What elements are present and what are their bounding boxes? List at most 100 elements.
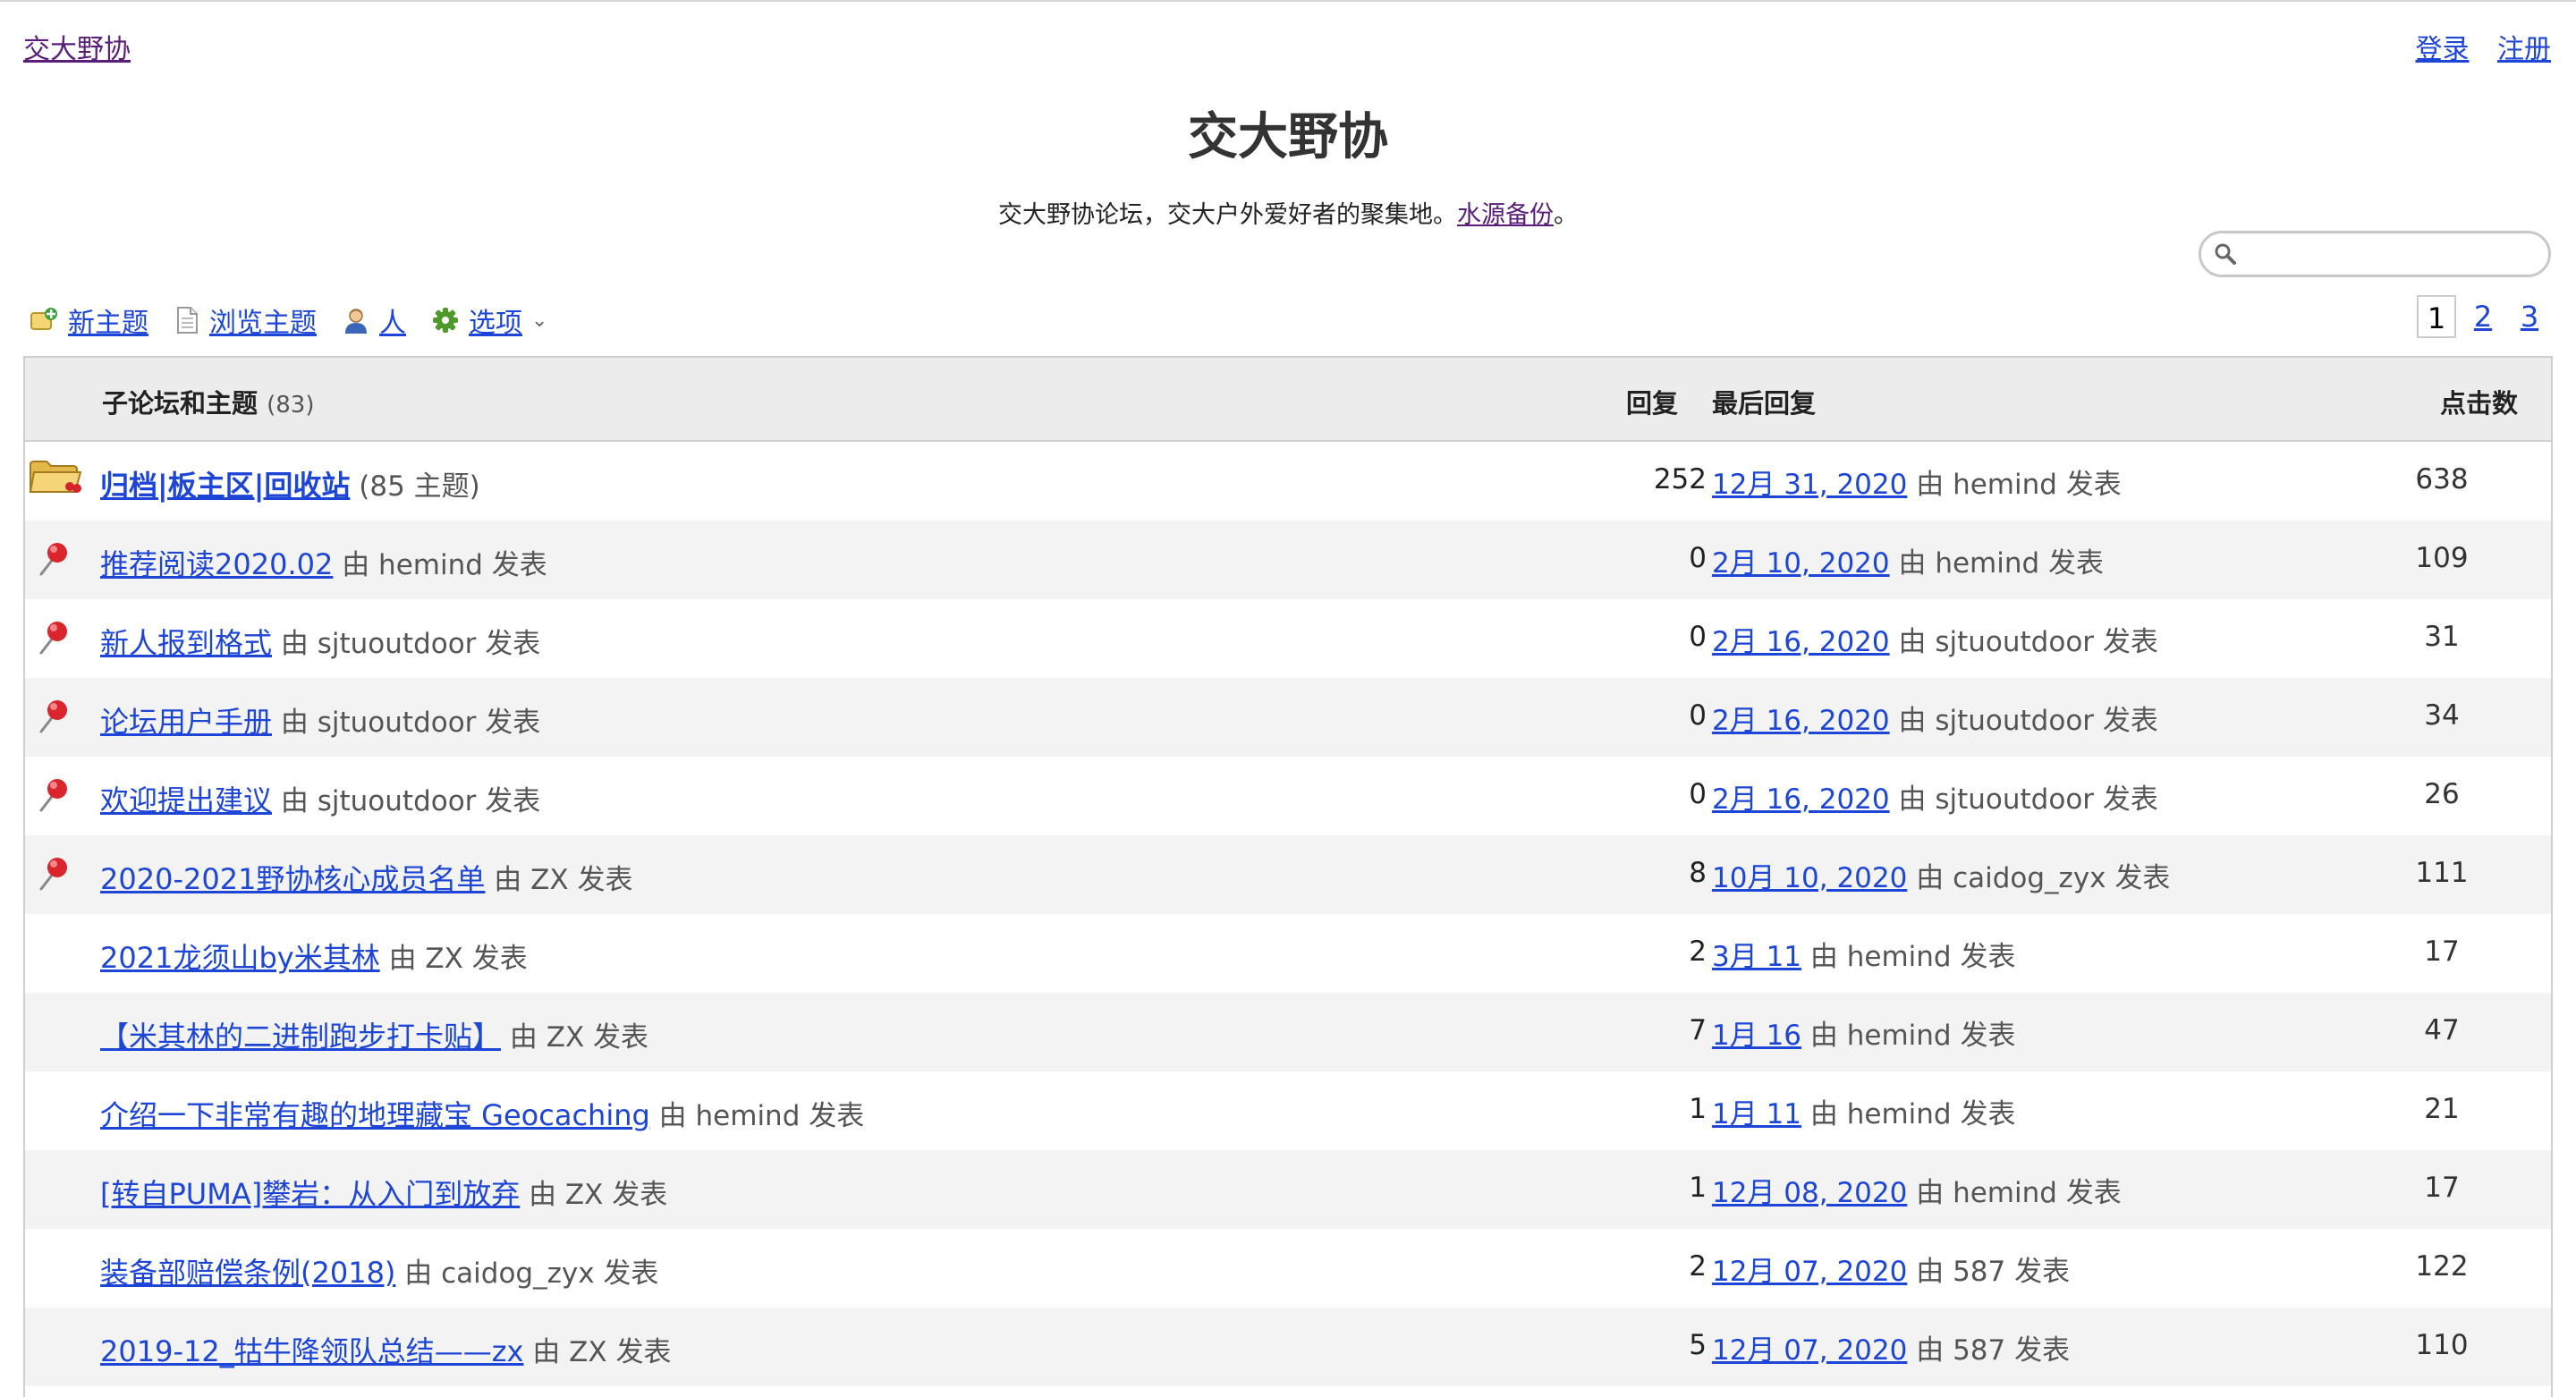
last-reply-cell: 3月 11 由 hemind 发表: [1712, 934, 2015, 974]
options-button[interactable]: 选项 ⌄: [431, 301, 547, 340]
topic-cell: 介绍一下非常有趣的地理藏宝 Geocaching 由 hemind 发表: [100, 1093, 864, 1134]
reply-count: 1: [1689, 1093, 1707, 1125]
topic-author: 由 hemind 发表: [342, 549, 547, 581]
reply-count: 7: [1689, 1014, 1707, 1046]
topic-link[interactable]: [转自PUMA]攀岩：从入门到放弃: [100, 1177, 520, 1211]
pin-icon: [34, 696, 73, 742]
last-reply-date-link[interactable]: 12月 07, 2020: [1712, 1334, 1907, 1367]
topic-link[interactable]: 2020-2021野协核心成员名单: [100, 862, 485, 896]
reply-count: 0: [1689, 778, 1707, 810]
reply-count: 8: [1689, 857, 1707, 889]
pin-icon: [34, 853, 73, 900]
reply-count: 2: [1689, 1250, 1707, 1283]
last-reply-date-link[interactable]: 12月 08, 2020: [1712, 1177, 1907, 1209]
search-input[interactable]: [2251, 239, 2541, 271]
topic-author: 由 caidog_zyx 发表: [404, 1257, 659, 1290]
last-reply-date-link[interactable]: 2月 16, 2020: [1712, 626, 1890, 658]
topic-link[interactable]: 【米其林的二进制跑步打卡贴】: [100, 1020, 501, 1054]
last-reply-author: 由 587 发表: [1916, 1256, 2071, 1288]
table-row: 归档|板主区|回收站 (85 主题) 252 12月 31, 2020 由 hemi…: [25, 442, 2551, 521]
pin-icon: [34, 775, 73, 821]
topic-author: 由 ZX 发表: [494, 864, 633, 896]
topic-link[interactable]: 欢迎提出建议: [100, 783, 272, 817]
site-home-link[interactable]: 交大野协: [23, 27, 131, 66]
page-2-link[interactable]: 2: [2463, 295, 2503, 338]
last-reply-date-link[interactable]: 12月 07, 2020: [1712, 1256, 1907, 1288]
topic-cell: 【米其林的二进制跑步打卡贴】 由 ZX 发表: [100, 1014, 648, 1055]
browse-topics-button[interactable]: 浏览主题: [174, 301, 317, 340]
water-source-backup-link[interactable]: 水源备份: [1457, 201, 1554, 229]
new-topic-button[interactable]: 新主题: [29, 301, 148, 340]
table-row: 2020-2021野协核心成员名单 由 ZX 发表 8 10月 10, 2020 由…: [25, 835, 2551, 914]
search-box[interactable]: [2199, 231, 2551, 277]
options-link[interactable]: 选项: [469, 301, 522, 340]
topic-cell: 欢迎提出建议 由 sjtuoutdoor 发表: [100, 778, 540, 819]
table-row: 论坛用户手册 由 sjtuoutdoor 发表 0 2月 16, 2020 由 sj…: [25, 678, 2551, 757]
browse-topics-link[interactable]: 浏览主题: [209, 301, 317, 340]
people-button[interactable]: 人: [342, 301, 406, 340]
last-reply-date-link[interactable]: 3月 11: [1712, 941, 1801, 973]
last-reply-date-link[interactable]: 1月 11: [1712, 1098, 1801, 1130]
last-reply-date-link[interactable]: 1月 16: [1712, 1020, 1801, 1052]
reply-count: 0: [1689, 621, 1707, 653]
topic-author: 由 ZX 发表: [532, 1336, 672, 1368]
last-reply-cell: 2月 16, 2020 由 sjtuoutdoor 发表: [1712, 698, 2158, 738]
people-link[interactable]: 人: [379, 301, 406, 340]
last-reply-author: 由 sjtuoutdoor 发表: [1898, 783, 2158, 816]
last-reply-date-link[interactable]: 2月 16, 2020: [1712, 705, 1890, 737]
pin-icon: [34, 538, 73, 585]
table-row: 欢迎提出建议 由 sjtuoutdoor 发表 0 2月 16, 2020 由 sj…: [25, 757, 2551, 835]
table-row: [转自PUMA]攀岩：从入门到放弃 由 ZX 发表 1 12月 08, 2020 由…: [25, 1150, 2551, 1229]
topic-link[interactable]: 新人报到格式: [100, 626, 272, 660]
last-reply-date-link[interactable]: 2月 10, 2020: [1712, 547, 1890, 580]
topic-cell: 2021龙须山by米其林 由 ZX 发表: [100, 936, 528, 977]
last-reply-date-link[interactable]: 12月 31, 2020: [1712, 469, 1907, 501]
topic-link[interactable]: 归档|板主区|回收站: [100, 469, 350, 503]
table-row: 新人报到格式 由 sjtuoutdoor 发表 0 2月 16, 2020 由 sj…: [25, 599, 2551, 678]
topic-link[interactable]: 推荐阅读2020.02: [100, 547, 333, 581]
topic-author: 由 sjtuoutdoor 发表: [280, 707, 541, 739]
last-reply-date-link[interactable]: 2月 16, 2020: [1712, 783, 1890, 816]
chevron-down-icon[interactable]: ⌄: [531, 309, 547, 332]
person-icon: [345, 309, 367, 334]
view-count: 110: [2415, 1329, 2469, 1361]
last-reply-author: 由 sjtuoutdoor 发表: [1898, 626, 2158, 658]
topic-link[interactable]: 2019-12_牯牛降领队总结——zx: [100, 1334, 523, 1368]
topic-author: 由 ZX 发表: [388, 943, 528, 975]
page-3-link[interactable]: 3: [2510, 295, 2549, 338]
topic-link[interactable]: 介绍一下非常有趣的地理藏宝 Geocaching: [100, 1098, 650, 1132]
pin-icon: [34, 617, 73, 664]
last-reply-cell: 2月 16, 2020 由 sjtuoutdoor 发表: [1712, 776, 2158, 817]
gear-icon: [433, 308, 458, 333]
table-row: 2021龙须山by米其林 由 ZX 发表 2 3月 11 由 hemind 发表 17: [25, 914, 2551, 993]
view-count: 17: [2424, 1172, 2460, 1204]
topic-author: 由 sjtuoutdoor 发表: [280, 785, 541, 817]
topic-author: (85 主题): [359, 470, 480, 503]
topic-cell: 2019-12_牯牛降领队总结——zx 由 ZX 发表: [100, 1329, 672, 1370]
last-reply-cell: 2月 16, 2020 由 sjtuoutdoor 发表: [1712, 619, 2158, 659]
last-reply-date-link[interactable]: 10月 10, 2020: [1712, 862, 1907, 894]
topics-table: 子论坛和主题 (83) 回复 最后回复 点击数 归档|板主区|回收站 (85 主…: [23, 356, 2553, 1397]
topic-count: (83): [267, 392, 315, 419]
topic-link[interactable]: 论坛用户手册: [100, 705, 272, 739]
view-count: 34: [2424, 699, 2460, 732]
topic-link[interactable]: 装备部赔偿条例(2018): [100, 1256, 395, 1290]
col-replies-header: 回复: [1626, 388, 1679, 419]
topic-link[interactable]: 2021龙须山by米其林: [100, 941, 380, 975]
reply-count: 0: [1689, 542, 1707, 574]
last-reply-cell: 2月 10, 2020 由 hemind 发表: [1712, 540, 2104, 580]
view-count: 26: [2424, 778, 2460, 810]
table-header: 子论坛和主题 (83) 回复 最后回复 点击数: [25, 358, 2551, 442]
view-count: 109: [2415, 542, 2469, 574]
new-topic-link[interactable]: 新主题: [68, 301, 148, 340]
view-count: 17: [2424, 936, 2460, 968]
reply-count: 252: [1653, 463, 1707, 495]
last-reply-author: 由 hemind 发表: [1916, 469, 2122, 501]
last-reply-author: 由 hemind 发表: [1809, 1098, 2016, 1130]
login-link[interactable]: 登录: [2415, 34, 2469, 65]
view-count: 122: [2415, 1250, 2469, 1283]
topic-cell: 装备部赔偿条例(2018) 由 caidog_zyx 发表: [100, 1250, 658, 1291]
register-link[interactable]: 注册: [2497, 34, 2551, 65]
page-title: 交大野协: [1188, 108, 1388, 166]
last-reply-author: 由 587 发表: [1916, 1334, 2071, 1367]
